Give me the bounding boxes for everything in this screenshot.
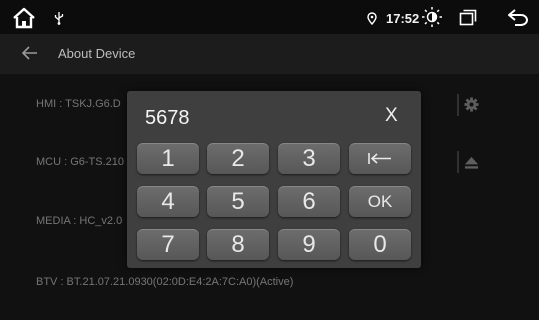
clock-time: 17:52 [386, 11, 420, 26]
arrow-left-icon[interactable] [22, 46, 38, 60]
ok-button[interactable]: OK [349, 186, 411, 217]
brightness-icon[interactable] [421, 6, 443, 28]
key-7[interactable]: 7 [137, 229, 199, 260]
key-8[interactable]: 8 [207, 229, 269, 260]
key-4[interactable]: 4 [137, 186, 199, 217]
key-1[interactable]: 1 [137, 143, 199, 174]
page-title: About Device [58, 46, 136, 61]
key-2[interactable]: 2 [207, 143, 269, 174]
usb-icon [54, 12, 64, 25]
recent-apps-icon[interactable] [459, 9, 477, 26]
backspace-button[interactable] [349, 143, 411, 174]
back-icon[interactable] [507, 9, 529, 26]
key-9[interactable]: 9 [278, 229, 340, 260]
key-6[interactable]: 6 [278, 186, 340, 217]
key-3[interactable]: 3 [278, 143, 340, 174]
title-bar: About Device [0, 34, 539, 74]
home-icon[interactable] [12, 7, 36, 29]
password-dialog: 5678 X 1 2 3 4 5 6 OK 7 8 9 0 [127, 91, 421, 268]
close-button[interactable]: X [385, 105, 398, 127]
backspace-icon [368, 153, 391, 164]
key-0[interactable]: 0 [349, 229, 411, 260]
key-5[interactable]: 5 [207, 186, 269, 217]
status-bar: 17:52 [0, 0, 539, 34]
location-icon [367, 12, 377, 25]
password-input[interactable]: 5678 [145, 107, 190, 130]
